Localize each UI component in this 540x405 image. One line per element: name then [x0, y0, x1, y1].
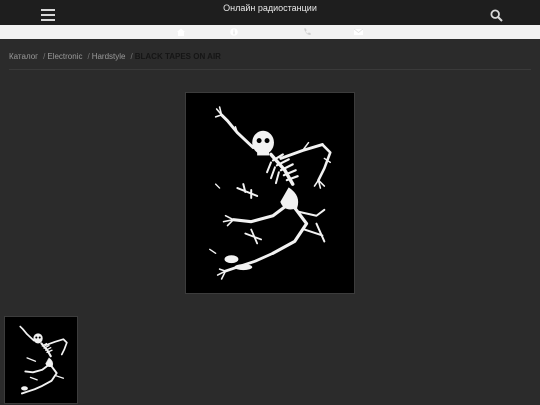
- skeleton-artwork: [209, 106, 332, 280]
- contact-icon-bar: [0, 25, 540, 39]
- home-icon[interactable]: [177, 28, 185, 36]
- phone-icon[interactable]: [303, 28, 311, 36]
- skeleton-artwork-thumbnail: [19, 325, 68, 395]
- product-thumbnail[interactable]: [4, 316, 78, 404]
- search-icon[interactable]: [490, 9, 503, 22]
- breadcrumb-item-hardstyle[interactable]: Hardstyle: [92, 52, 126, 61]
- breadcrumb: Каталог / Electronic / Hardstyle / BLACK TAPES…: [9, 52, 221, 61]
- product-main-image[interactable]: [185, 92, 355, 294]
- breadcrumb-separator: /: [130, 52, 133, 61]
- breadcrumb-item-catalog[interactable]: Каталог: [9, 52, 38, 61]
- site-title[interactable]: Онлайн радиостанции: [0, 3, 540, 13]
- breadcrumb-item-electronic[interactable]: Electronic: [47, 52, 82, 61]
- breadcrumb-separator: /: [43, 52, 46, 61]
- header-bar: Онлайн радиостанции: [0, 0, 540, 25]
- info-icon[interactable]: [230, 28, 238, 36]
- divider: [9, 69, 531, 70]
- mail-icon[interactable]: [354, 28, 363, 36]
- breadcrumb-separator: /: [87, 52, 90, 61]
- breadcrumb-current: BLACK TAPES ON AIR: [134, 52, 221, 61]
